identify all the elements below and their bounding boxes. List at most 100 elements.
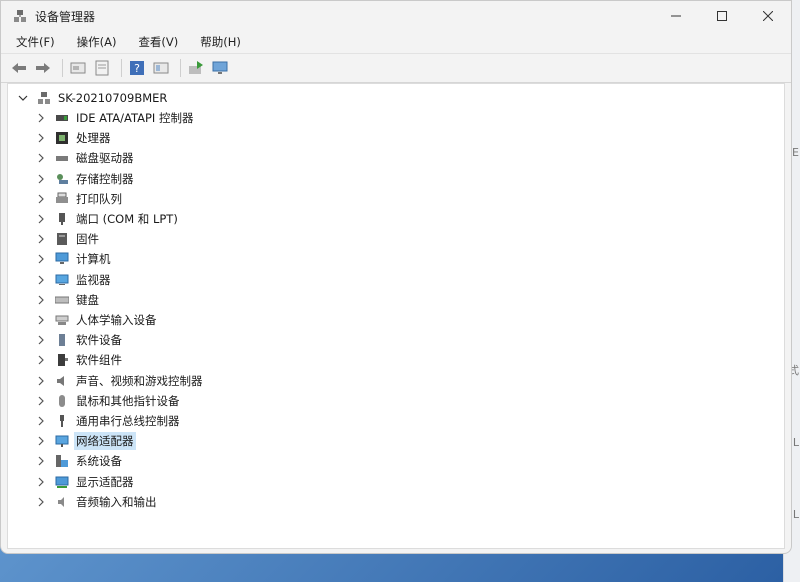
monitor-icon	[54, 272, 70, 288]
tree-item[interactable]: 磁盘驱动器	[34, 148, 136, 168]
help-icon[interactable]: ?	[127, 58, 147, 78]
chevron-right-icon[interactable]	[34, 333, 48, 347]
tree-item[interactable]: 通用串行总线控制器	[34, 411, 182, 431]
maximize-icon	[717, 11, 727, 21]
network-adapter-icon	[54, 433, 70, 449]
chevron-right-icon[interactable]	[34, 293, 48, 307]
tree-item-label: 音频输入和输出	[76, 494, 157, 509]
chevron-right-icon[interactable]	[34, 212, 48, 226]
close-button[interactable]	[745, 1, 791, 31]
chevron-right-icon[interactable]	[34, 111, 48, 125]
chevron-down-icon[interactable]	[16, 91, 30, 105]
tree-item[interactable]: 声音、视频和游戏控制器	[34, 371, 205, 391]
menu-file[interactable]: 文件(F)	[13, 32, 58, 52]
toolbar-separator	[62, 59, 63, 77]
chevron-right-icon[interactable]	[34, 414, 48, 428]
menu-action[interactable]: 操作(A)	[74, 32, 120, 52]
toolbar: ?	[1, 53, 791, 83]
processor-icon	[54, 130, 70, 146]
device-tree-panel[interactable]: SK-20210709BMER IDE ATA/ATAPI 控制器处理器磁盘驱动…	[7, 83, 785, 549]
window-title: 设备管理器	[35, 9, 96, 24]
tree-item-label: 打印队列	[76, 191, 122, 206]
tree-item-label: 软件设备	[76, 333, 122, 348]
menu-help[interactable]: 帮助(H)	[197, 32, 244, 52]
storage-controller-icon	[54, 171, 70, 187]
maximize-button[interactable]	[699, 1, 745, 31]
chevron-right-icon[interactable]	[34, 454, 48, 468]
software-component-icon	[54, 352, 70, 368]
tree-item-label: 存储控制器	[76, 171, 134, 186]
tree-item[interactable]: 显示适配器	[34, 472, 136, 492]
tree-item-label: 显示适配器	[76, 474, 134, 489]
chevron-right-icon[interactable]	[34, 232, 48, 246]
tree-item[interactable]: 键盘	[34, 290, 101, 310]
chevron-right-icon[interactable]	[34, 313, 48, 327]
tree-item[interactable]: 系统设备	[34, 451, 124, 471]
usb-icon	[54, 413, 70, 429]
toolbar-separator	[121, 59, 122, 77]
chevron-right-icon[interactable]	[34, 192, 48, 206]
software-device-icon	[54, 332, 70, 348]
chevron-right-icon[interactable]	[34, 252, 48, 266]
mouse-icon	[54, 393, 70, 409]
monitor-scan-icon[interactable]	[210, 58, 230, 78]
chevron-right-icon[interactable]	[34, 273, 48, 287]
svg-text:?: ?	[134, 62, 140, 75]
tree-item-label: 计算机	[76, 252, 111, 267]
chevron-right-icon[interactable]	[34, 495, 48, 509]
tree-item-label: 固件	[76, 232, 99, 247]
minimize-icon	[671, 15, 681, 17]
tree-item[interactable]: 计算机	[34, 249, 113, 269]
tree-item[interactable]: 监视器	[34, 270, 113, 290]
disk-drive-icon	[54, 150, 70, 166]
tree-item[interactable]: 网络适配器	[34, 431, 136, 451]
tree-item-label: 通用串行总线控制器	[76, 414, 180, 428]
driver-icon[interactable]	[92, 58, 112, 78]
tree-item[interactable]: 端口 (COM 和 LPT)	[34, 209, 180, 229]
background-text-3: L	[792, 436, 799, 449]
system-device-icon	[54, 453, 70, 469]
tree-item[interactable]: 音频输入和输出	[34, 492, 159, 512]
tree-item-label: 鼠标和其他指针设备	[76, 393, 180, 408]
menu-view[interactable]: 查看(V)	[135, 32, 181, 52]
minimize-button[interactable]	[653, 1, 699, 31]
tree-item[interactable]: 存储控制器	[34, 169, 136, 189]
chevron-right-icon[interactable]	[34, 131, 48, 145]
tree-item[interactable]: 人体学输入设备	[34, 310, 159, 330]
tree-item-label: 声音、视频和游戏控制器	[76, 373, 203, 388]
close-icon	[763, 11, 773, 21]
tree-item[interactable]: 打印队列	[34, 189, 124, 209]
chevron-right-icon[interactable]	[34, 353, 48, 367]
tree-item-label: 软件组件	[76, 353, 122, 368]
keyboard-icon	[54, 292, 70, 308]
port-icon	[54, 211, 70, 227]
title-bar[interactable]: 设备管理器	[1, 1, 791, 31]
tree-item[interactable]: 软件设备	[34, 330, 124, 350]
tree-item[interactable]: 软件组件	[34, 350, 124, 370]
hid-icon	[54, 312, 70, 328]
tree-item-label: 磁盘驱动器	[76, 151, 134, 166]
tree-item-label: 键盘	[76, 292, 99, 307]
audio-io-icon	[54, 494, 70, 510]
computer-tree-icon	[36, 90, 52, 106]
tree-item-label: 端口 (COM 和 LPT)	[76, 212, 178, 226]
tree-item-label: IDE ATA/ATAPI 控制器	[76, 111, 194, 125]
tree-root[interactable]: SK-20210709BMER	[16, 88, 169, 108]
device-manager-window: 设备管理器 文件(F) 操作(A) 查看(V) 帮助(H) ? SK-20210…	[0, 0, 792, 554]
view-icon[interactable]	[151, 58, 171, 78]
tree-item[interactable]: 鼠标和其他指针设备	[34, 391, 182, 411]
back-arrow-icon[interactable]	[9, 58, 29, 78]
properties-icon[interactable]	[68, 58, 88, 78]
chevron-right-icon[interactable]	[34, 374, 48, 388]
chevron-right-icon[interactable]	[34, 172, 48, 186]
tree-item[interactable]: IDE ATA/ATAPI 控制器	[34, 108, 195, 128]
chevron-right-icon[interactable]	[34, 434, 48, 448]
tree-item[interactable]: 处理器	[34, 128, 113, 148]
update-driver-icon[interactable]	[186, 58, 206, 78]
chevron-right-icon[interactable]	[34, 475, 48, 489]
forward-arrow-icon[interactable]	[33, 58, 53, 78]
chevron-right-icon[interactable]	[34, 394, 48, 408]
tree-item[interactable]: 固件	[34, 229, 101, 249]
chevron-right-icon[interactable]	[34, 151, 48, 165]
menu-bar: 文件(F) 操作(A) 查看(V) 帮助(H)	[1, 31, 791, 53]
